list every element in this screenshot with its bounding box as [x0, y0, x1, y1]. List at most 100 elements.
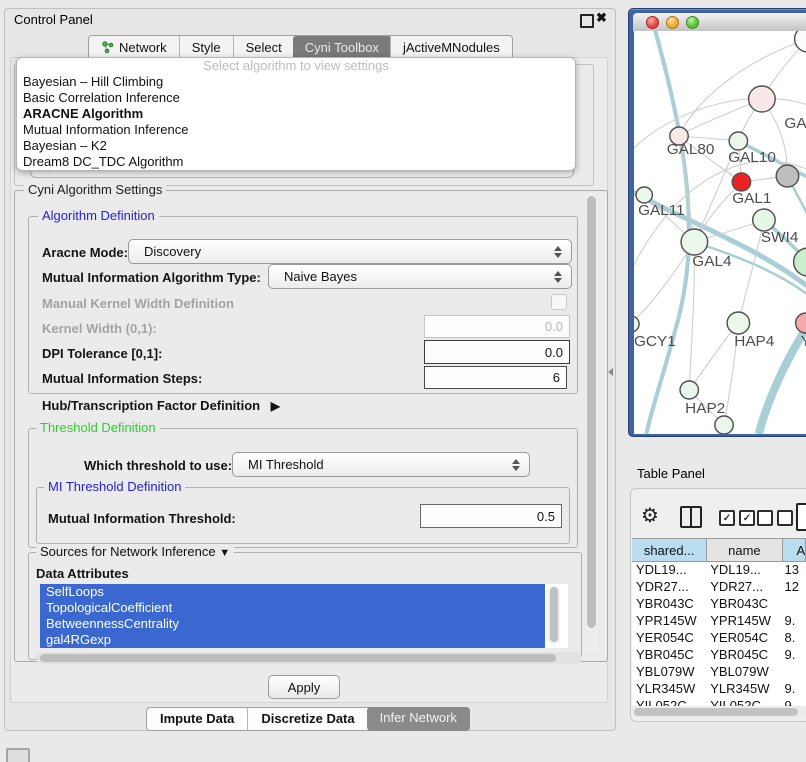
aracne-mode-combo[interactable]: Discovery: [128, 239, 572, 264]
which-threshold-combo[interactable]: MI Threshold: [232, 452, 530, 477]
column-header-shared[interactable]: shared...: [632, 539, 707, 561]
network-node-GAL10[interactable]: [729, 132, 747, 150]
column-layout-icon[interactable]: [680, 506, 702, 528]
tab-jactivemnodules[interactable]: jActiveMNodules: [390, 36, 512, 59]
dropdown-item[interactable]: Bayesian – Hill Climbing: [17, 74, 575, 90]
aracne-mode-value: Discovery: [144, 244, 201, 259]
table-header-row: shared... name A: [632, 538, 806, 562]
column-header-name[interactable]: name: [707, 539, 782, 561]
network-window-titlebar[interactable]: [633, 13, 806, 32]
table-hscrollbar-thumb[interactable]: [634, 708, 798, 716]
network-node-GAL1[interactable]: [732, 173, 750, 191]
new-table-icon[interactable]: [796, 503, 806, 531]
sources-hscrollbar[interactable]: [36, 652, 582, 664]
network-node[interactable]: [795, 31, 806, 52]
network-node[interactable]: [796, 313, 806, 333]
apply-button-label: Apply: [288, 680, 321, 695]
network-node[interactable]: [749, 86, 776, 112]
table-row[interactable]: YDR27...YDR27...12: [632, 579, 806, 597]
table-row[interactable]: YER054CYER054C8.: [632, 630, 806, 648]
settings-scrollbar[interactable]: [585, 194, 598, 654]
dropdown-item[interactable]: Basic Correlation Inference: [17, 90, 575, 106]
algorithm-dropdown-popup: Select algorithm to view settings Bayesi…: [16, 57, 576, 171]
node-label: HAP4: [734, 333, 774, 350]
zoom-traffic-light[interactable]: [686, 16, 699, 29]
mi-threshold-field[interactable]: 0.5: [420, 504, 562, 528]
network-node[interactable]: [776, 165, 799, 187]
minimize-traffic-light[interactable]: [666, 16, 679, 29]
dock-mini-icon[interactable]: [6, 748, 30, 762]
float-icon[interactable]: [580, 14, 594, 28]
select-all-checks-icon[interactable]: ✓ ✓: [719, 510, 755, 526]
network-node-GAL11[interactable]: [636, 187, 652, 203]
sources-toggle[interactable]: Sources for Network Inference ▼: [36, 545, 234, 560]
dropdown-item[interactable]: Bayesian – K2: [17, 138, 575, 154]
manual-kernel-checkbox[interactable]: [551, 294, 567, 310]
table-row[interactable]: YLR345WYLR345W9.: [632, 681, 806, 699]
dpi-tolerance-value: 0.0: [545, 345, 563, 360]
table-gear-icon[interactable]: ⚙: [641, 503, 659, 527]
kernel-width-value: 0.0: [545, 319, 563, 334]
table-row[interactable]: YBR043CYBR043C: [632, 596, 806, 614]
tab-impute-data[interactable]: Impute Data: [147, 708, 247, 730]
tab-network-label: Network: [119, 40, 167, 55]
network-node-GCY1[interactable]: [634, 316, 639, 332]
network-node-SWI4[interactable]: [753, 209, 776, 231]
close-traffic-light[interactable]: [646, 16, 659, 29]
tab-network[interactable]: Network: [89, 36, 179, 59]
list-item[interactable]: TopologicalCoefficient: [40, 600, 545, 616]
mi-threshold-title: MI Threshold Definition: [44, 480, 185, 494]
column-header-name-label: name: [728, 543, 761, 558]
mi-type-value: Naive Bayes: [284, 269, 357, 284]
sources-hscrollbar-thumb[interactable]: [40, 654, 556, 662]
chevron-down-icon: ▼: [219, 547, 230, 559]
table-row[interactable]: YIL052CYIL052C9: [632, 698, 806, 706]
list-item[interactable]: gal4RGexp: [40, 632, 545, 648]
node-label: GAL1: [732, 190, 771, 207]
network-node[interactable]: [715, 416, 733, 434]
node-label: HAP2: [685, 400, 725, 417]
tab-select[interactable]: Select: [233, 36, 294, 59]
mi-threshold-value: 0.5: [537, 509, 555, 524]
kernel-width-field[interactable]: 0.0: [424, 315, 570, 338]
tab-infer-network[interactable]: Infer Network: [367, 707, 470, 731]
tab-discretize-data[interactable]: Discretize Data: [247, 708, 367, 730]
network-node-HAP2[interactable]: [680, 381, 698, 399]
list-item[interactable]: BetweennessCentrality: [40, 616, 545, 632]
node-label: GAL: [784, 115, 806, 132]
tab-style[interactable]: Style: [179, 36, 233, 59]
network-node[interactable]: [794, 248, 806, 276]
table-row[interactable]: YDL19...YDL19...13: [632, 562, 806, 580]
node-label: SWI4: [761, 229, 798, 246]
node-label: GAL11: [638, 202, 685, 219]
mi-type-combo[interactable]: Naive Bayes: [268, 264, 572, 289]
tab-impute-data-label: Impute Data: [160, 711, 234, 726]
table-row[interactable]: YPR145WYPR145W9.: [632, 613, 806, 631]
close-icon[interactable]: ✖: [596, 10, 607, 26]
network-canvas[interactable]: GAL GAL80 GAL10 GAL1 GAL11 SWI4 GAL4 GCY…: [634, 31, 806, 434]
table-hscrollbar[interactable]: [632, 706, 806, 718]
panel-splitter-handle[interactable]: [608, 368, 613, 376]
list-scrollbar-thumb[interactable]: [550, 587, 558, 642]
list-scrollbar[interactable]: [548, 586, 560, 644]
mi-steps-value: 6: [553, 370, 560, 385]
check-icon: ✓: [723, 513, 731, 524]
apply-button[interactable]: Apply: [268, 675, 340, 699]
dropdown-item[interactable]: Mutual Information Inference: [17, 122, 575, 138]
dpi-tolerance-field[interactable]: 0.0: [424, 340, 570, 364]
settings-scrollbar-thumb[interactable]: [587, 196, 596, 628]
cyni-bottom-tab-bar: Impute Data Discretize Data Infer Networ…: [146, 707, 470, 731]
dropdown-item-selected[interactable]: ARACNE Algorithm: [17, 106, 575, 122]
column-header-partial[interactable]: A: [783, 539, 806, 561]
tab-cyni-toolbox[interactable]: Cyni Toolbox: [293, 36, 391, 59]
tab-select-label: Select: [246, 40, 282, 55]
table-row[interactable]: YBL079WYBL079W: [632, 664, 806, 682]
mi-steps-field[interactable]: 6: [424, 366, 567, 389]
dropdown-item[interactable]: Dream8 DC_TDC Algorithm: [17, 154, 575, 170]
clear-checks-icon[interactable]: [757, 510, 793, 526]
network-node-HAP4[interactable]: [727, 312, 750, 334]
list-item[interactable]: SelfLoops: [40, 584, 545, 600]
network-node-GAL4[interactable]: [681, 229, 708, 255]
table-row[interactable]: YBR045CYBR045C9.: [632, 647, 806, 665]
network-view-window: GAL GAL80 GAL10 GAL1 GAL11 SWI4 GAL4 GCY…: [628, 8, 806, 437]
